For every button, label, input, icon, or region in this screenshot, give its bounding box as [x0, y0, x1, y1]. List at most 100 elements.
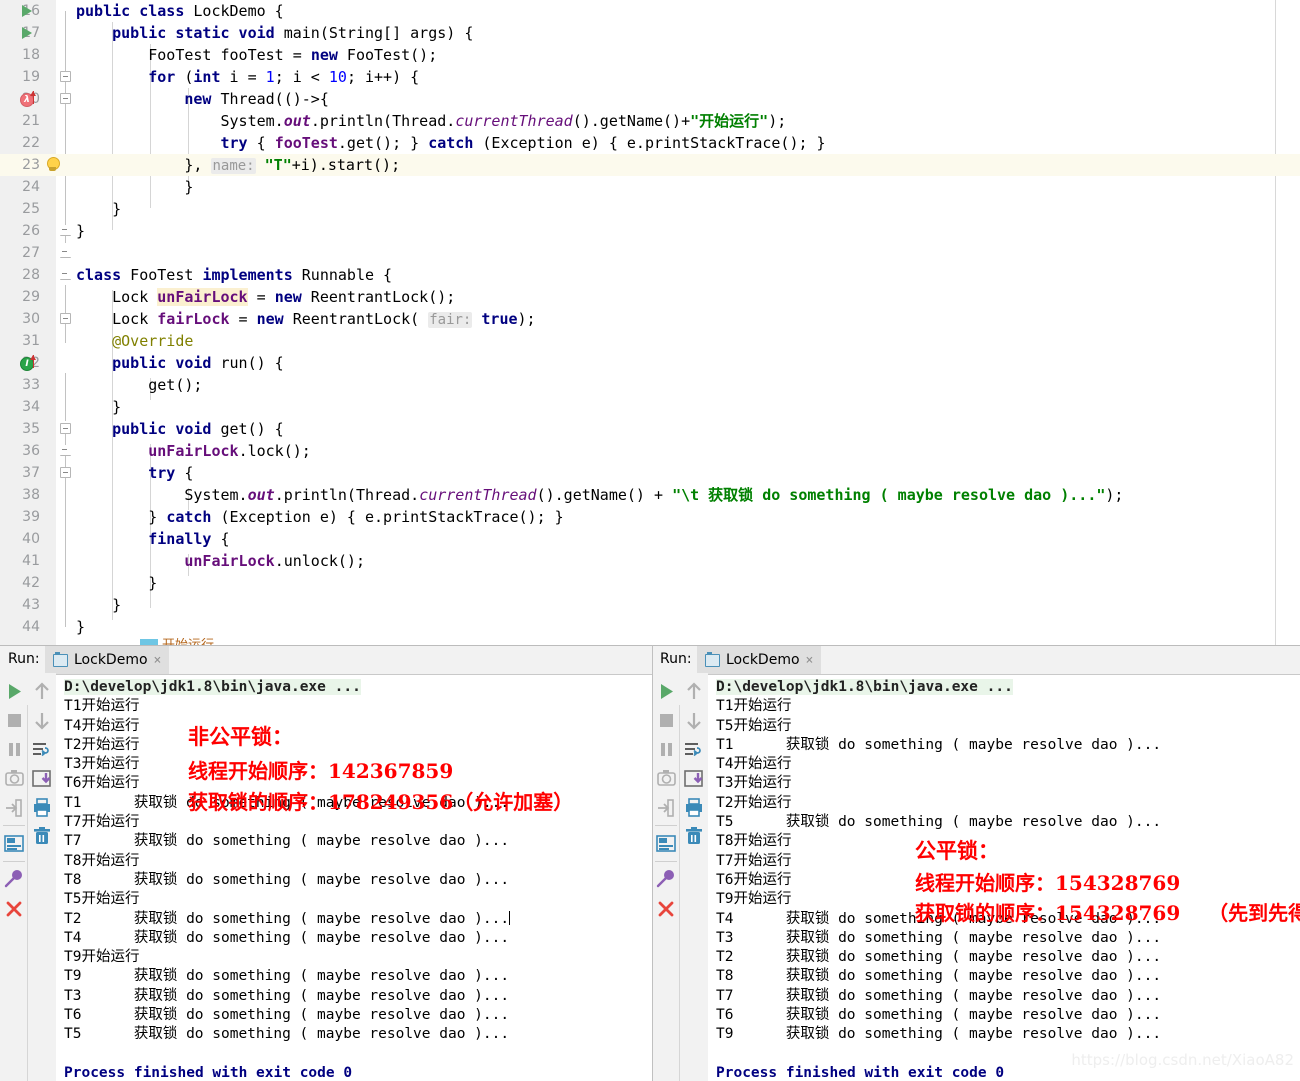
line-number: 22 — [0, 132, 40, 154]
exit-button[interactable] — [652, 793, 680, 822]
code-line[interactable]: 22 try { fooTest.get(); } catch (Excepti… — [0, 132, 1300, 154]
code-text: Lock fairLock = new ReentrantLock( fair:… — [76, 310, 536, 328]
run-gutter-arrow[interactable] — [20, 0, 54, 22]
code-line[interactable]: 37 try { — [0, 462, 1300, 484]
code-line[interactable]: 19 for (int i = 1; i < 10; i++) { — [0, 66, 1300, 88]
run-gutter-arrow[interactable] — [20, 22, 54, 44]
code-line[interactable]: 35 public void get() { — [0, 418, 1300, 478]
run-console-right[interactable]: Run: LockDemo × D:\develop\jdk1.8\bin\ja… — [652, 645, 1300, 1081]
code-line[interactable]: 29 Lock unFairLock = new ReentrantLock()… — [0, 286, 1300, 308]
toolbar-separator — [655, 825, 677, 826]
console-line: T7开始运行 — [64, 814, 140, 831]
scroll-up-button[interactable] — [680, 677, 708, 706]
dump-threads-button[interactable] — [0, 764, 28, 793]
code-line[interactable]: 34 } — [0, 396, 1300, 456]
close-tab-button[interactable] — [0, 894, 28, 923]
scroll-down-button[interactable] — [28, 706, 56, 735]
console-output-left[interactable]: D:\develop\jdk1.8\bin\java.exe ... T1开始运… — [56, 673, 652, 1081]
soft-wrap-button[interactable] — [28, 735, 56, 764]
console-line: T2开始运行 — [716, 794, 792, 811]
close-icon[interactable]: × — [806, 653, 814, 668]
code-text: public class LockDemo { — [76, 2, 284, 20]
code-line[interactable]: 16 public class LockDemo { — [0, 0, 1300, 82]
scroll-up-button[interactable] — [28, 677, 56, 706]
code-line[interactable]: 25 } — [0, 198, 1300, 258]
console-line: T7 获取锁 do something ( maybe resolve dao … — [716, 987, 1162, 1004]
annotation-start-order-left: 线程开始顺序：142367859 — [188, 759, 454, 783]
clear-all-button[interactable] — [680, 822, 708, 851]
code-line[interactable]: 42 } — [0, 572, 1300, 594]
pause-output-button[interactable] — [652, 735, 680, 764]
code-text: System.out.println(Thread.currentThread(… — [76, 486, 1124, 504]
run-tabbar: Run: LockDemo × — [0, 645, 652, 675]
text-caret — [509, 910, 511, 925]
run-tab[interactable]: LockDemo × — [697, 646, 822, 674]
code-text: get(); — [76, 376, 203, 394]
close-tab-button[interactable] — [652, 894, 680, 923]
code-line[interactable]: 24 } — [0, 176, 1300, 198]
code-editor[interactable]: 16 public class LockDemo { 17 public sta… — [0, 0, 1300, 645]
exit-button[interactable] — [0, 793, 28, 822]
code-line[interactable]: 43 } — [0, 594, 1300, 645]
code-lines[interactable]: 16 public class LockDemo { 17 public sta… — [0, 0, 1300, 645]
stop-button[interactable] — [0, 706, 28, 735]
code-line[interactable]: 20 λ new Thread(()->{ — [0, 88, 1300, 170]
scroll-to-end-button[interactable] — [680, 764, 708, 793]
line-number: 25 — [0, 198, 40, 220]
code-line[interactable]: 31 @Override — [0, 330, 1300, 352]
run-console-left[interactable]: Run: LockDemo × D:\develop\jdk1.8\bin\ja… — [0, 645, 652, 1081]
code-line[interactable]: 36 unFairLock.lock(); — [0, 440, 1300, 462]
code-line[interactable]: 33 get(); — [0, 374, 1300, 396]
code-line[interactable]: 41 unFairLock.unlock(); — [0, 550, 1300, 572]
show-console-button[interactable] — [652, 829, 680, 858]
pin-tab-button[interactable] — [0, 865, 28, 894]
code-line[interactable]: 17 public static void main(String[] args… — [0, 22, 1300, 104]
code-text: } — [76, 200, 122, 218]
line-number: 39 — [0, 506, 40, 528]
code-line[interactable]: 32 I public void run() { — [0, 352, 1300, 434]
dump-threads-button[interactable] — [652, 764, 680, 793]
code-line[interactable]: 38 System.out.println(Thread.currentThre… — [0, 484, 1300, 506]
console-toolbar[interactable] — [0, 673, 56, 1081]
code-line[interactable]: 40 finally { — [0, 528, 1300, 550]
code-line[interactable]: 27 — [0, 242, 1300, 264]
close-icon[interactable]: × — [154, 653, 162, 668]
line-number: 28 — [0, 264, 40, 286]
code-text: finally { — [148, 530, 230, 548]
code-line[interactable]: 21 System.out.println(Thread.currentThre… — [0, 110, 1300, 132]
code-line-highlighted[interactable]: 23 }, name: "T"+i).start(); — [0, 154, 1300, 236]
print-button[interactable] — [680, 793, 708, 822]
print-button[interactable] — [28, 793, 56, 822]
console-toolbar[interactable] — [652, 673, 708, 1081]
scroll-down-button[interactable] — [680, 706, 708, 735]
code-line[interactable]: 18 FooTest fooTest = new FooTest(); — [0, 44, 1300, 66]
pin-tab-button[interactable] — [652, 865, 680, 894]
code-text: unFairLock.lock(); — [148, 442, 311, 460]
code-line[interactable]: 28 class FooTest implements Runnable { — [0, 264, 1300, 324]
line-number: 38 — [0, 484, 40, 506]
editor-tab-partial[interactable]: 开始运行 — [140, 638, 250, 645]
annotation-lock-order-right: 获取锁的顺序：154328769 （先到先得） — [915, 901, 1300, 925]
line-number: 27 — [0, 242, 40, 264]
code-line[interactable]: 39 } catch (Exception e) { e.printStackT… — [0, 506, 1300, 528]
rerun-button[interactable] — [652, 677, 680, 706]
console-line: T9开始运行 — [716, 891, 792, 908]
toolbar-separator — [655, 861, 677, 862]
clear-all-button[interactable] — [28, 822, 56, 851]
console-splitter[interactable] — [652, 645, 653, 1081]
toolbar-separator — [3, 825, 25, 826]
rerun-button[interactable] — [0, 677, 28, 706]
intention-bulb-icon[interactable] — [20, 154, 60, 176]
scroll-to-end-button[interactable] — [28, 764, 56, 793]
show-console-button[interactable] — [0, 829, 28, 858]
code-text: for (int i = 1; i < 10; i++) { — [148, 68, 420, 86]
lambda-marker[interactable]: λ — [20, 88, 54, 110]
pause-output-button[interactable] — [0, 735, 28, 764]
code-line[interactable]: 44 } — [0, 616, 1300, 638]
code-line[interactable]: 30 Lock fairLock = new ReentrantLock( fa… — [0, 308, 1300, 330]
implements-marker[interactable]: I — [20, 352, 54, 374]
soft-wrap-button[interactable] — [680, 735, 708, 764]
code-line[interactable]: 26 } — [0, 220, 1300, 280]
run-tab[interactable]: LockDemo × — [45, 646, 170, 674]
stop-button[interactable] — [652, 706, 680, 735]
